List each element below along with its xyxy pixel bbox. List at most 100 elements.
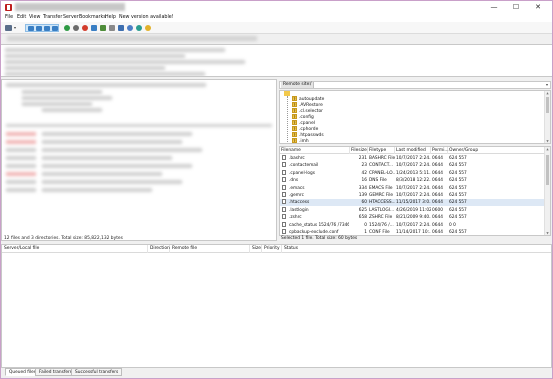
file-row[interactable]: .contactemail 23 CONTACT... 10/7/2017 2:24.… [280, 162, 546, 169]
unknown-folder-icon: ? [292, 101, 297, 107]
maximize-button[interactable]: ☐ [505, 2, 527, 13]
menu-help[interactable]: Help [105, 15, 116, 21]
col-filesize[interactable]: Filesize [350, 147, 368, 154]
file-icon [282, 214, 286, 220]
file-name: .lastlogin [289, 207, 309, 213]
file-owner: 0 0 [449, 222, 456, 228]
col-remote-file[interactable]: Remote file [170, 245, 250, 253]
scroll-down-icon[interactable]: ▼ [545, 139, 550, 143]
file-modified: 10/7/2017 2:24... [396, 193, 431, 198]
file-row[interactable]: .gemrc 139 GEMRC File 10/7/2017 2:24... 0644… [280, 192, 546, 199]
remote-path-dropdown-icon[interactable]: ▾ [546, 82, 548, 88]
file-row[interactable]: .htaccess 60 HTACCESS... 11/15/2017 3:0... 0… [280, 199, 546, 207]
file-row[interactable]: cache_status 1524/76 /7346 0 1524/76 /... 1… [280, 221, 546, 229]
file-name: .zshrc [289, 215, 302, 221]
file-modified: 1/24/2013 5:11... [396, 170, 431, 176]
close-button[interactable]: ✕ [527, 2, 549, 13]
cancel-icon[interactable] [82, 25, 88, 31]
toggle-remote-tree-icon[interactable] [44, 26, 50, 31]
reconnect-icon[interactable] [100, 25, 106, 31]
col-size[interactable]: Size [250, 245, 262, 253]
file-type: CONTACT... [369, 163, 393, 169]
file-row[interactable]: .bashrc 231 BASHRC File 10/7/2017 2:24... 06… [280, 155, 546, 162]
sync-browsing-icon[interactable] [136, 25, 142, 31]
tab-successful-transfers[interactable]: Successful transfers [71, 368, 123, 376]
scroll-up-icon[interactable]: ▲ [545, 147, 550, 151]
menu-view[interactable]: View [29, 15, 40, 21]
file-icon [282, 169, 286, 175]
file-icon [282, 155, 286, 160]
file-perm: 0644 [432, 222, 443, 228]
file-owner: 624 557 [449, 207, 467, 213]
menu-server[interactable]: Server [63, 15, 79, 21]
file-modified: 10/7/2017 2:24... [396, 185, 431, 191]
unknown-folder-icon: ? [292, 125, 297, 131]
file-perm: 0644 [432, 215, 443, 221]
compare-directories-icon[interactable] [118, 25, 124, 31]
unknown-folder-icon: ? [292, 95, 297, 101]
remote-directory-tree: ? autoupdate ? .AVRestore ? .cl.selector ?.… [279, 90, 551, 144]
unknown-folder-icon: ? [292, 113, 297, 119]
col-direction[interactable]: Direction [148, 245, 170, 253]
file-type: GEMRC File [369, 193, 394, 198]
directory-listing-filters-icon[interactable] [109, 25, 115, 31]
col-priority[interactable]: Priority [262, 245, 282, 253]
remote-file-list: Filename Filesize Filetype Last modified… [279, 146, 551, 236]
remote-site-label: Remote site: [281, 82, 314, 88]
menu-transfer[interactable]: Transfer [43, 15, 62, 21]
file-modified: 10/7/2017 2:24... [396, 163, 431, 169]
col-filename[interactable]: Filename [280, 147, 350, 154]
unknown-folder-icon: ? [292, 137, 297, 143]
remote-site-bar: Remote site: / ▾ [279, 81, 551, 89]
scroll-up-icon[interactable]: ▲ [545, 91, 550, 95]
unknown-folder-icon: ? [292, 119, 297, 125]
file-owner: 624 557 [449, 156, 467, 161]
find-files-icon[interactable] [145, 25, 151, 31]
file-row[interactable]: .cpanel-logs 42 CPANEL-LO... 1/24/2013 5:11… [280, 169, 546, 177]
refresh-icon[interactable] [64, 25, 70, 31]
col-filetype[interactable]: Filetype [368, 147, 395, 154]
file-type: DNS File [369, 178, 387, 184]
file-list-scrollbar[interactable]: ▲ ▼ [544, 147, 550, 235]
file-modified: 10/7/2017 2:24... [396, 222, 431, 228]
col-last-modified[interactable]: Last modified [395, 147, 431, 154]
file-icon [282, 229, 286, 234]
tree-item[interactable]: ? .imh [292, 137, 309, 143]
file-perm: 0644 [432, 170, 443, 176]
file-perm: 0600 [432, 207, 443, 213]
file-row[interactable]: .dns 16 DNS File 8/3/2018 12:22... 0644 624 5… [280, 177, 546, 184]
title-bar: — ☐ ✕ [1, 1, 552, 14]
disconnect-icon[interactable] [91, 25, 97, 31]
col-owner-group[interactable]: Owner/Group [448, 147, 546, 154]
file-perm: 0644 [432, 200, 443, 206]
search-icon[interactable] [127, 25, 133, 31]
unknown-folder-icon: ? [292, 107, 297, 113]
toggle-message-log-icon[interactable] [28, 26, 34, 31]
queue-header: Server/Local file Direction Remote file … [2, 245, 551, 253]
file-row[interactable]: .emacs 334 EMACS File 10/7/2017 2:24... 0644… [280, 184, 546, 192]
file-icon [282, 199, 286, 205]
menu-new-version[interactable]: New version available! [119, 15, 174, 21]
minimize-button[interactable]: — [483, 2, 505, 13]
menu-edit[interactable]: Edit [17, 15, 26, 21]
process-queue-icon[interactable] [73, 25, 79, 31]
file-row[interactable]: .zshrc 658 ZSHRC File 8/21/2009 9:40... 0644… [280, 214, 546, 221]
site-manager-dropdown-icon[interactable]: ▾ [14, 25, 16, 30]
transfer-queue: Server/Local file Direction Remote file … [1, 244, 552, 368]
menu-file[interactable]: File [5, 15, 13, 21]
menu-bookmarks[interactable]: Bookmarks [79, 15, 106, 21]
tree-scrollbar[interactable]: ▲ ▼ [544, 91, 550, 143]
window-title-redacted [15, 3, 125, 11]
remote-path-input[interactable]: / [310, 82, 311, 88]
col-server-local-file[interactable]: Server/Local file [2, 245, 148, 253]
file-owner: 624 557 [449, 163, 467, 169]
tab-failed-transfers[interactable]: Failed transfers [35, 368, 77, 376]
col-permissions[interactable]: Permi... [431, 147, 449, 154]
file-perm: 0644 [432, 178, 443, 184]
file-owner: 624 557 [449, 185, 467, 191]
toggle-local-tree-icon[interactable] [36, 26, 42, 31]
file-icon [282, 184, 286, 190]
col-status[interactable]: Status [282, 245, 551, 253]
file-row[interactable]: .lastlogin 625LASTLOGI...4/26/2019 11:02.… [280, 206, 546, 214]
toggle-queue-icon[interactable] [52, 26, 58, 31]
